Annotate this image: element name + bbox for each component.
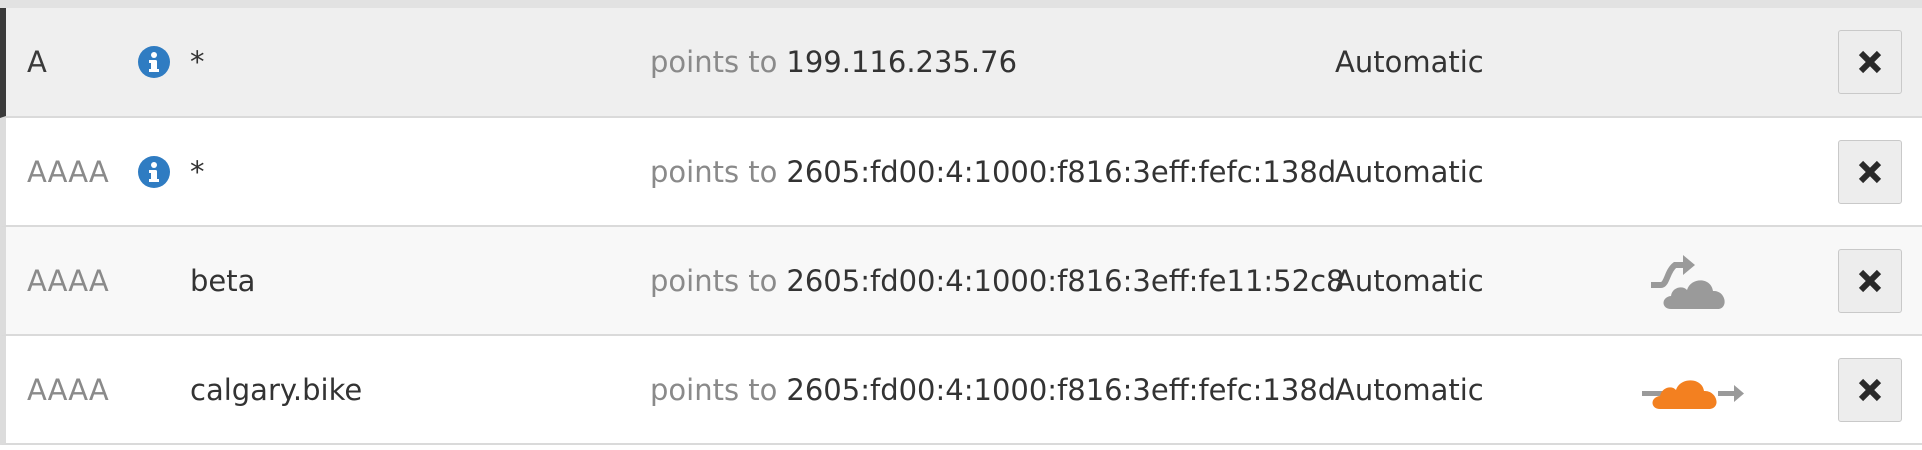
proxy-status-toggle[interactable] — [1638, 227, 1748, 334]
proxy-status-toggle[interactable] — [1638, 336, 1748, 443]
close-icon — [1858, 269, 1882, 292]
record-name[interactable]: beta — [190, 227, 255, 334]
record-type: A — [27, 45, 47, 79]
record-ttl[interactable]: Automatic — [1335, 336, 1484, 443]
record-ttl[interactable]: Automatic — [1335, 227, 1484, 334]
info-icon[interactable] — [138, 155, 170, 188]
record-content[interactable]: points to 2605:fd00:4:1000:f816:3eff:fe1… — [650, 227, 1344, 334]
record-name[interactable]: * — [190, 118, 205, 225]
record-name[interactable]: * — [190, 8, 205, 116]
record-name[interactable]: calgary.bike — [190, 336, 362, 443]
dns-record-row[interactable]: AAAA * points to 2605:fd00:4:1000:f816:3… — [0, 118, 1922, 227]
record-type: AAAA — [27, 154, 109, 189]
points-to-label: points to — [650, 45, 778, 79]
record-content[interactable]: points to 2605:fd00:4:1000:f816:3eff:fef… — [650, 336, 1336, 443]
points-to-label: points to — [650, 154, 778, 189]
delete-button[interactable] — [1838, 248, 1902, 313]
record-value: 2605:fd00:4:1000:f816:3eff:fefc:138d — [786, 154, 1337, 189]
dns-record-row[interactable]: A * points to 199.116.235.76 Automatic — [0, 8, 1922, 118]
points-to-label: points to — [650, 372, 778, 407]
record-ttl[interactable]: Automatic — [1335, 8, 1484, 116]
record-content[interactable]: points to 2605:fd00:4:1000:f816:3eff:fef… — [650, 118, 1336, 225]
info-icon[interactable] — [138, 46, 170, 78]
record-value: 2605:fd00:4:1000:f816:3eff:fe11:52c8 — [786, 263, 1345, 298]
dns-only-cloud-icon — [1651, 254, 1725, 309]
delete-button[interactable] — [1838, 357, 1902, 422]
close-icon — [1858, 160, 1882, 183]
table-top-border — [0, 0, 1922, 8]
record-type: AAAA — [27, 263, 109, 298]
delete-button[interactable] — [1838, 30, 1902, 94]
record-content[interactable]: points to 199.116.235.76 — [650, 8, 1017, 116]
points-to-label: points to — [650, 263, 778, 298]
dns-record-row[interactable]: AAAA beta points to 2605:fd00:4:1000:f81… — [0, 227, 1922, 336]
delete-button[interactable] — [1838, 139, 1902, 204]
record-value: 2605:fd00:4:1000:f816:3eff:fefc:138d — [786, 372, 1337, 407]
dns-record-row[interactable]: AAAA calgary.bike points to 2605:fd00:4:… — [0, 336, 1922, 445]
close-icon — [1858, 378, 1882, 401]
record-ttl[interactable]: Automatic — [1335, 118, 1484, 225]
record-type: AAAA — [27, 372, 109, 407]
dns-records-table: A * points to 199.116.235.76 Automatic A… — [0, 8, 1922, 445]
record-value: 199.116.235.76 — [786, 45, 1018, 79]
close-icon — [1858, 50, 1882, 74]
proxied-cloud-icon — [1642, 379, 1744, 409]
